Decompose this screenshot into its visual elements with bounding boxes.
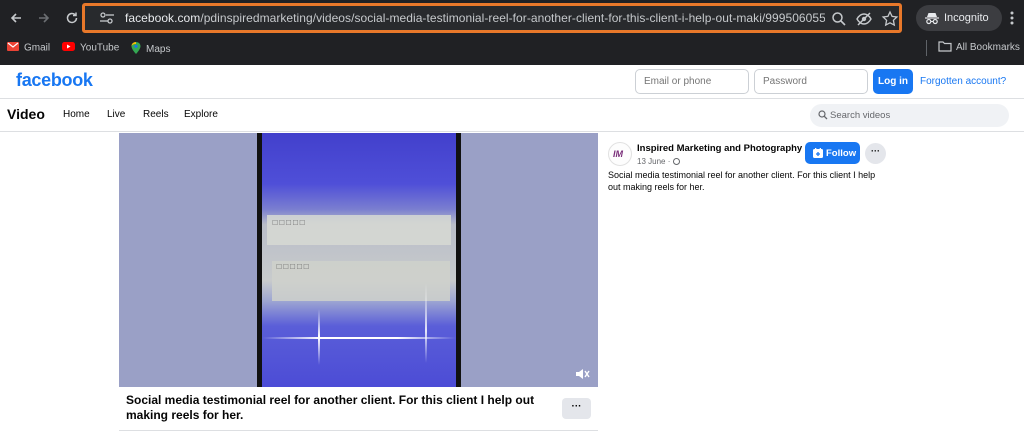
post-options-button[interactable]: ··· — [865, 143, 886, 164]
forward-arrow-icon — [39, 13, 50, 23]
video-frame: ☐☐☐☐☐ ☐☐☐☐☐ — [257, 133, 461, 387]
light-flare — [318, 309, 320, 365]
url-domain: facebook.com — [125, 11, 201, 25]
tab-home[interactable]: Home — [63, 109, 90, 120]
bookmark-label: Maps — [146, 44, 171, 56]
video-caption-bar: Social media testimonial reel for anothe… — [119, 387, 598, 431]
forward-button[interactable] — [34, 8, 54, 28]
video-navigation: Video Home Live Reels Explore Search vid… — [0, 99, 1024, 132]
tab-reels[interactable]: Reels — [143, 109, 169, 120]
facebook-header: facebook Log in Forgotten account? — [0, 65, 1024, 99]
page-name-link[interactable]: Inspired Marketing and Photography — [637, 143, 802, 154]
video-player[interactable]: ☐☐☐☐☐ ☐☐☐☐☐ — [119, 133, 598, 387]
browser-frame: facebook.com/pdinspiredmarketing/videos/… — [0, 0, 1024, 65]
tab-live[interactable]: Live — [107, 109, 125, 120]
post-info-panel: IM Inspired Marketing and Photography 13… — [598, 133, 898, 233]
bookmark-gmail[interactable]: Gmail — [7, 42, 50, 54]
rating-stars-icon: ☐☐☐☐☐ — [276, 264, 310, 271]
url-text[interactable]: facebook.com/pdinspiredmarketing/videos/… — [125, 11, 825, 25]
gmail-icon — [7, 42, 19, 54]
forgotten-account-link[interactable]: Forgotten account? — [920, 76, 1006, 87]
eye-slash-icon[interactable] — [855, 10, 873, 28]
folder-icon — [938, 41, 952, 52]
follow-button[interactable]: Follow — [805, 142, 860, 164]
bookmark-maps[interactable]: Maps — [131, 42, 170, 57]
browser-menu-icon[interactable] — [1007, 9, 1017, 27]
mute-icon[interactable] — [574, 366, 590, 382]
incognito-badge[interactable]: Incognito — [916, 5, 1002, 31]
maps-pin-icon — [131, 42, 141, 57]
incognito-label: Incognito — [944, 12, 989, 24]
post-date[interactable]: 13 June · — [637, 157, 681, 166]
site-settings-icon[interactable] — [99, 11, 115, 25]
url-path: /pdinspiredmarketing/videos/social-media… — [200, 11, 825, 25]
back-arrow-icon — [10, 13, 21, 23]
avatar-initials: IM — [613, 149, 623, 159]
tab-explore[interactable]: Explore — [184, 109, 218, 120]
light-flare — [425, 283, 427, 363]
globe-icon — [673, 158, 681, 165]
bookmarks-divider — [926, 40, 927, 56]
zoom-icon[interactable] — [830, 10, 848, 28]
youtube-icon — [62, 42, 75, 54]
video-caption: Social media testimonial reel for anothe… — [126, 393, 535, 422]
follow-label: Follow — [826, 148, 857, 159]
reload-button[interactable] — [62, 8, 82, 28]
rating-stars-icon: ☐☐☐☐☐ — [272, 220, 306, 227]
bookmark-label: YouTube — [80, 42, 120, 54]
reload-icon — [66, 12, 78, 24]
caption-more-button[interactable]: ··· — [562, 398, 591, 419]
bookmark-youtube[interactable]: YouTube — [62, 42, 119, 54]
incognito-icon — [925, 13, 939, 25]
all-bookmarks-label: All Bookmarks — [956, 42, 1020, 53]
video-section-title: Video — [7, 106, 45, 122]
password-field[interactable] — [754, 69, 868, 94]
page-avatar[interactable]: IM — [608, 142, 632, 166]
star-bookmark-icon[interactable] — [881, 10, 899, 28]
all-bookmarks-button[interactable]: All Bookmarks — [938, 41, 1020, 53]
search-placeholder: Search videos — [830, 110, 891, 121]
email-field[interactable] — [635, 69, 749, 94]
post-description: Social media testimonial reel for anothe… — [608, 170, 876, 192]
video-content: ☐☐☐☐☐ ☐☐☐☐☐ — [262, 133, 456, 387]
post-date-text: 13 June · — [637, 157, 671, 166]
back-button[interactable] — [6, 8, 26, 28]
login-button[interactable]: Log in — [873, 69, 913, 94]
bookmark-label: Gmail — [24, 42, 51, 54]
search-videos-input[interactable]: Search videos — [810, 104, 1009, 127]
follow-page-icon — [813, 148, 823, 158]
address-bar[interactable]: facebook.com/pdinspiredmarketing/videos/… — [82, 3, 902, 33]
facebook-logo[interactable]: facebook — [16, 70, 93, 91]
search-icon — [818, 110, 828, 120]
